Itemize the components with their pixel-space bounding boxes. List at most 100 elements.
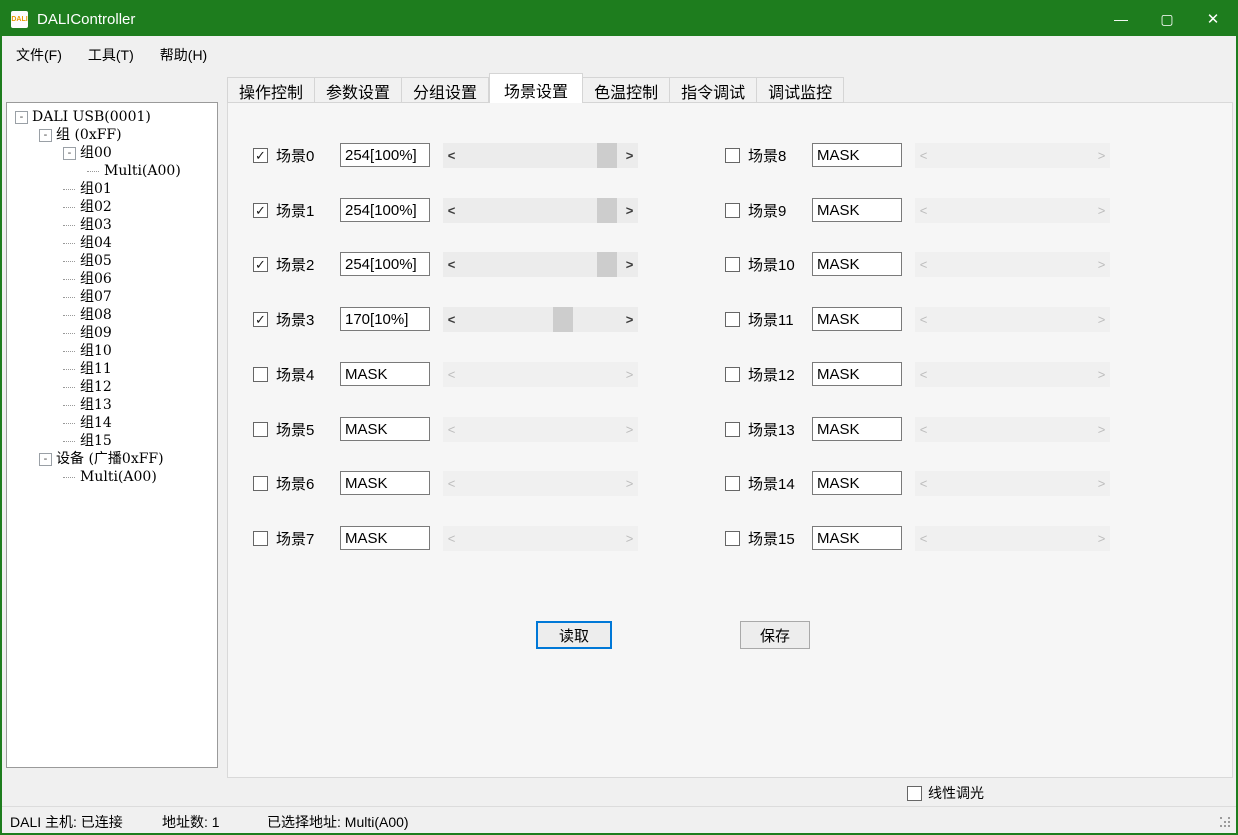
- scene-12-value-input[interactable]: [812, 362, 902, 386]
- linear-dimming-checkbox[interactable]: [907, 786, 922, 801]
- tab-5[interactable]: 指令调试: [670, 77, 757, 103]
- menu-item-2[interactable]: 帮助(H): [148, 40, 219, 70]
- scroll-right-icon[interactable]: >: [621, 252, 638, 277]
- scene-11-value-input[interactable]: [812, 307, 902, 331]
- scene-13-checkbox[interactable]: [725, 422, 740, 437]
- device-tree: -DALI USB(0001)-组 (0xFF)-组00Multi(A00)组0…: [6, 102, 218, 768]
- scene-11-checkbox[interactable]: [725, 312, 740, 327]
- scene-8-checkbox[interactable]: [725, 148, 740, 163]
- scene-2-level-scrollbar[interactable]: <>: [443, 252, 638, 277]
- tree-item[interactable]: 组04: [7, 234, 217, 252]
- scrollbar-thumb[interactable]: [597, 198, 617, 223]
- tree-item-label: Multi(A00): [80, 468, 157, 486]
- maximize-icon[interactable]: ▢: [1144, 2, 1190, 36]
- scene-12-checkbox[interactable]: [725, 367, 740, 382]
- scene-1-level-scrollbar[interactable]: <>: [443, 198, 638, 223]
- tree-item[interactable]: 组14: [7, 414, 217, 432]
- tree-item[interactable]: Multi(A00): [7, 468, 217, 486]
- scene-8-label: 场景8: [748, 145, 812, 166]
- tree-connector: [63, 423, 75, 424]
- scene-6-checkbox[interactable]: [253, 476, 268, 491]
- read-button[interactable]: 读取: [536, 621, 612, 649]
- save-button[interactable]: 保存: [740, 621, 810, 649]
- tree-item-label: Multi(A00): [104, 162, 181, 180]
- scroll-left-icon[interactable]: <: [443, 252, 460, 277]
- scene-8-value-input[interactable]: [812, 143, 902, 167]
- scene-5-checkbox[interactable]: [253, 422, 268, 437]
- tree-item[interactable]: -组00: [7, 144, 217, 162]
- scene-row-1: ✓场景1<>: [253, 196, 638, 224]
- scene-3-checkbox[interactable]: ✓: [253, 312, 268, 327]
- scene-15-checkbox[interactable]: [725, 531, 740, 546]
- scene-14-checkbox[interactable]: [725, 476, 740, 491]
- scene-9-value-input[interactable]: [812, 198, 902, 222]
- scene-2-value-input[interactable]: [340, 252, 430, 276]
- scene-1-label: 场景1: [276, 200, 340, 221]
- tree-item[interactable]: 组03: [7, 216, 217, 234]
- tab-1[interactable]: 参数设置: [315, 77, 402, 103]
- scene-9-checkbox[interactable]: [725, 203, 740, 218]
- scroll-right-icon: >: [1093, 143, 1110, 168]
- scene-14-level-scrollbar: <>: [915, 471, 1110, 496]
- scene-4-value-input[interactable]: [340, 362, 430, 386]
- scene-15-value-input[interactable]: [812, 526, 902, 550]
- tab-2[interactable]: 分组设置: [402, 77, 489, 103]
- scene-10-checkbox[interactable]: [725, 257, 740, 272]
- scene-0-level-scrollbar[interactable]: <>: [443, 143, 638, 168]
- scroll-right-icon[interactable]: >: [621, 307, 638, 332]
- tree-item[interactable]: -组 (0xFF): [7, 126, 217, 144]
- tree-item[interactable]: 组12: [7, 378, 217, 396]
- scene-7-checkbox[interactable]: [253, 531, 268, 546]
- tree-item[interactable]: 组05: [7, 252, 217, 270]
- scroll-right-icon[interactable]: >: [621, 143, 638, 168]
- scene-3-value-input[interactable]: [340, 307, 430, 331]
- tree-item[interactable]: 组06: [7, 270, 217, 288]
- scene-1-value-input[interactable]: [340, 198, 430, 222]
- scene-0-value-input[interactable]: [340, 143, 430, 167]
- tree-item[interactable]: 组09: [7, 324, 217, 342]
- scene-2-checkbox[interactable]: ✓: [253, 257, 268, 272]
- tree-item[interactable]: -DALI USB(0001): [7, 108, 217, 126]
- scene-7-value-input[interactable]: [340, 526, 430, 550]
- close-icon[interactable]: ✕: [1190, 2, 1236, 36]
- minimize-icon[interactable]: —: [1098, 2, 1144, 36]
- tree-item[interactable]: 组15: [7, 432, 217, 450]
- scene-0-checkbox[interactable]: ✓: [253, 148, 268, 163]
- tree-item[interactable]: 组07: [7, 288, 217, 306]
- resize-grip-icon[interactable]: [1220, 817, 1231, 828]
- tree-item[interactable]: 组08: [7, 306, 217, 324]
- scroll-left-icon[interactable]: <: [443, 307, 460, 332]
- tree-item[interactable]: 组10: [7, 342, 217, 360]
- scene-1-checkbox[interactable]: ✓: [253, 203, 268, 218]
- tree-collapse-icon[interactable]: -: [63, 147, 76, 160]
- tree-collapse-icon[interactable]: -: [15, 111, 28, 124]
- tree-item[interactable]: 组13: [7, 396, 217, 414]
- scrollbar-thumb[interactable]: [597, 143, 617, 168]
- tree-item[interactable]: 组02: [7, 198, 217, 216]
- scrollbar-thumb[interactable]: [597, 252, 617, 277]
- scroll-left-icon[interactable]: <: [443, 143, 460, 168]
- tree-item[interactable]: 组01: [7, 180, 217, 198]
- menu-item-1[interactable]: 工具(T): [76, 40, 146, 70]
- scroll-right-icon[interactable]: >: [621, 198, 638, 223]
- scene-9-label: 场景9: [748, 200, 812, 221]
- tree-item[interactable]: Multi(A00): [7, 162, 217, 180]
- tab-6[interactable]: 调试监控: [757, 77, 844, 103]
- tab-0[interactable]: 操作控制: [227, 77, 315, 103]
- scene-13-value-input[interactable]: [812, 417, 902, 441]
- scroll-left-icon[interactable]: <: [443, 198, 460, 223]
- scene-6-value-input[interactable]: [340, 471, 430, 495]
- tab-4[interactable]: 色温控制: [583, 77, 670, 103]
- scene-10-value-input[interactable]: [812, 252, 902, 276]
- scene-5-value-input[interactable]: [340, 417, 430, 441]
- scene-3-level-scrollbar[interactable]: <>: [443, 307, 638, 332]
- scene-14-value-input[interactable]: [812, 471, 902, 495]
- tree-collapse-icon[interactable]: -: [39, 129, 52, 142]
- tree-item[interactable]: -设备 (广播0xFF): [7, 450, 217, 468]
- tree-collapse-icon[interactable]: -: [39, 453, 52, 466]
- tab-3[interactable]: 场景设置: [489, 73, 583, 103]
- tree-item[interactable]: 组11: [7, 360, 217, 378]
- menu-item-0[interactable]: 文件(F): [4, 40, 74, 70]
- scene-4-checkbox[interactable]: [253, 367, 268, 382]
- scrollbar-thumb[interactable]: [553, 307, 573, 332]
